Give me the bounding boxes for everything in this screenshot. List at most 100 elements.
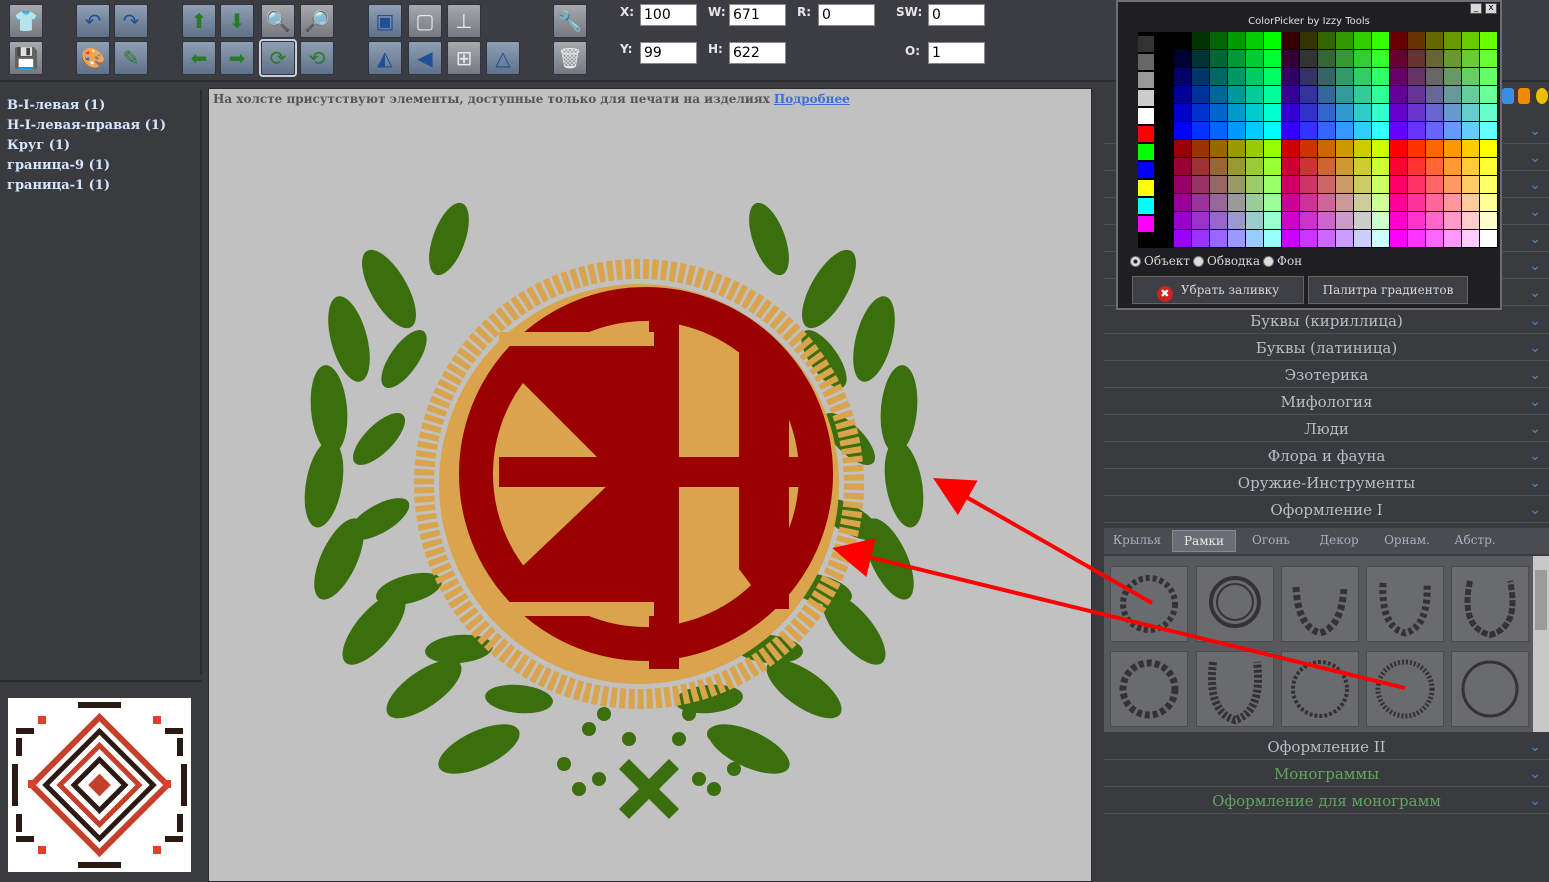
color-swatch[interactable] <box>1318 32 1335 49</box>
frames-scrollbar[interactable] <box>1533 556 1549 732</box>
color-swatch[interactable] <box>1390 86 1407 103</box>
tab-ornaments[interactable]: Орнам. <box>1374 530 1440 552</box>
layer-item[interactable]: Круг (1) <box>0 136 200 156</box>
color-swatch[interactable] <box>1210 140 1227 157</box>
color-swatch[interactable] <box>1174 122 1191 139</box>
color-swatch[interactable] <box>1372 158 1389 175</box>
color-swatch[interactable] <box>1138 36 1154 52</box>
color-swatch[interactable] <box>1264 194 1281 211</box>
color-swatch[interactable] <box>1138 54 1154 70</box>
color-swatch[interactable] <box>1192 68 1209 85</box>
color-swatch[interactable] <box>1282 104 1299 121</box>
color-swatch[interactable] <box>1444 104 1461 121</box>
color-swatch[interactable] <box>1264 158 1281 175</box>
color-swatch[interactable] <box>1426 212 1443 229</box>
color-swatch[interactable] <box>1246 140 1263 157</box>
color-swatch[interactable] <box>1282 230 1299 247</box>
color-swatch[interactable] <box>1138 72 1154 88</box>
color-swatch[interactable] <box>1462 194 1479 211</box>
undo-icon[interactable]: ↶ <box>76 4 110 38</box>
category-letters-latin[interactable]: Буквы (латиница) ⌄ <box>1104 335 1549 361</box>
radio-object[interactable]: Объект <box>1130 254 1190 268</box>
color-swatch[interactable] <box>1390 32 1407 49</box>
layer-item[interactable]: В-I-левая (1) <box>0 96 200 116</box>
design-canvas[interactable]: На холсте присутствуют элементы, доступн… <box>208 88 1092 882</box>
color-swatch[interactable] <box>1336 194 1353 211</box>
color-swatch[interactable] <box>1246 86 1263 103</box>
y-field[interactable]: 99 <box>640 42 697 64</box>
mail-icon[interactable] <box>1536 88 1548 104</box>
color-swatch[interactable] <box>1228 68 1245 85</box>
color-swatch[interactable] <box>1372 212 1389 229</box>
color-swatch[interactable] <box>1246 122 1263 139</box>
color-swatch[interactable] <box>1246 104 1263 121</box>
color-swatch[interactable] <box>1282 158 1299 175</box>
color-swatch[interactable] <box>1444 32 1461 49</box>
tshirt-icon[interactable]: 👕 <box>9 4 43 38</box>
color-swatch[interactable] <box>1192 86 1209 103</box>
color-swatch[interactable] <box>1390 140 1407 157</box>
color-swatch[interactable] <box>1480 230 1497 247</box>
color-swatch[interactable] <box>1210 50 1227 67</box>
color-swatch[interactable] <box>1408 32 1425 49</box>
color-swatch[interactable] <box>1138 144 1154 160</box>
color-swatch[interactable] <box>1444 212 1461 229</box>
color-swatch[interactable] <box>1210 122 1227 139</box>
color-swatch[interactable] <box>1426 140 1443 157</box>
color-swatch[interactable] <box>1246 194 1263 211</box>
color-swatch[interactable] <box>1174 32 1191 49</box>
color-swatch[interactable] <box>1372 32 1389 49</box>
save-icon[interactable]: 💾 <box>9 41 43 75</box>
color-swatch[interactable] <box>1318 212 1335 229</box>
color-swatch[interactable] <box>1210 176 1227 193</box>
category-mythology[interactable]: Мифология ⌄ <box>1104 389 1549 415</box>
color-swatch[interactable] <box>1174 176 1191 193</box>
color-swatch[interactable] <box>1246 158 1263 175</box>
color-swatch[interactable] <box>1192 176 1209 193</box>
color-swatch[interactable] <box>1372 194 1389 211</box>
color-swatch[interactable] <box>1264 50 1281 67</box>
category-decoration-1[interactable]: Оформление I ⌄ <box>1104 497 1549 523</box>
color-swatch[interactable] <box>1228 230 1245 247</box>
color-swatch[interactable] <box>1480 212 1497 229</box>
color-swatch[interactable] <box>1426 68 1443 85</box>
frame-thumbnail[interactable] <box>1110 566 1188 642</box>
color-swatch[interactable] <box>1174 104 1191 121</box>
category-letters-cyrillic[interactable]: Буквы (кириллица) ⌄ <box>1104 308 1549 334</box>
color-swatch[interactable] <box>1336 212 1353 229</box>
color-swatch[interactable] <box>1444 158 1461 175</box>
color-swatch[interactable] <box>1336 32 1353 49</box>
color-swatch[interactable] <box>1300 176 1317 193</box>
color-swatch[interactable] <box>1138 180 1154 196</box>
color-swatch[interactable] <box>1462 50 1479 67</box>
color-swatch[interactable] <box>1300 122 1317 139</box>
frame-thumbnail[interactable] <box>1110 651 1188 727</box>
color-swatch[interactable] <box>1390 230 1407 247</box>
palette-icon[interactable]: 🎨 <box>76 41 110 75</box>
color-swatch[interactable] <box>1354 158 1371 175</box>
tab-fire[interactable]: Огонь <box>1238 530 1304 552</box>
color-swatch[interactable] <box>1480 158 1497 175</box>
layer-item[interactable]: Н-I-левая-правая (1) <box>0 116 200 136</box>
delete-icon[interactable]: 🗑 <box>553 41 587 75</box>
color-swatch[interactable] <box>1462 140 1479 157</box>
rotate-ccw-icon[interactable]: ⟲ <box>300 41 334 75</box>
color-swatch[interactable] <box>1354 140 1371 157</box>
color-swatch[interactable] <box>1318 68 1335 85</box>
color-swatch[interactable] <box>1336 158 1353 175</box>
color-swatch[interactable] <box>1444 140 1461 157</box>
frame-thumbnail[interactable] <box>1451 651 1529 727</box>
category-monogram-decoration[interactable]: Оформление для монограмм ⌄ <box>1104 788 1549 814</box>
color-swatch[interactable] <box>1372 140 1389 157</box>
layer-item[interactable]: граница-1 (1) <box>0 176 200 196</box>
color-swatch[interactable] <box>1372 230 1389 247</box>
color-swatch[interactable] <box>1192 104 1209 121</box>
color-swatch[interactable] <box>1444 230 1461 247</box>
color-swatch[interactable] <box>1318 122 1335 139</box>
radio-stroke[interactable]: Обводка <box>1193 254 1260 268</box>
x-field[interactable]: 100 <box>640 4 697 26</box>
color-swatch[interactable] <box>1300 86 1317 103</box>
category-weapons-tools[interactable]: Оружие-Инструменты ⌄ <box>1104 470 1549 496</box>
triangle-icon[interactable]: △ <box>486 41 520 75</box>
align-icon[interactable]: ⊥ <box>447 4 481 38</box>
